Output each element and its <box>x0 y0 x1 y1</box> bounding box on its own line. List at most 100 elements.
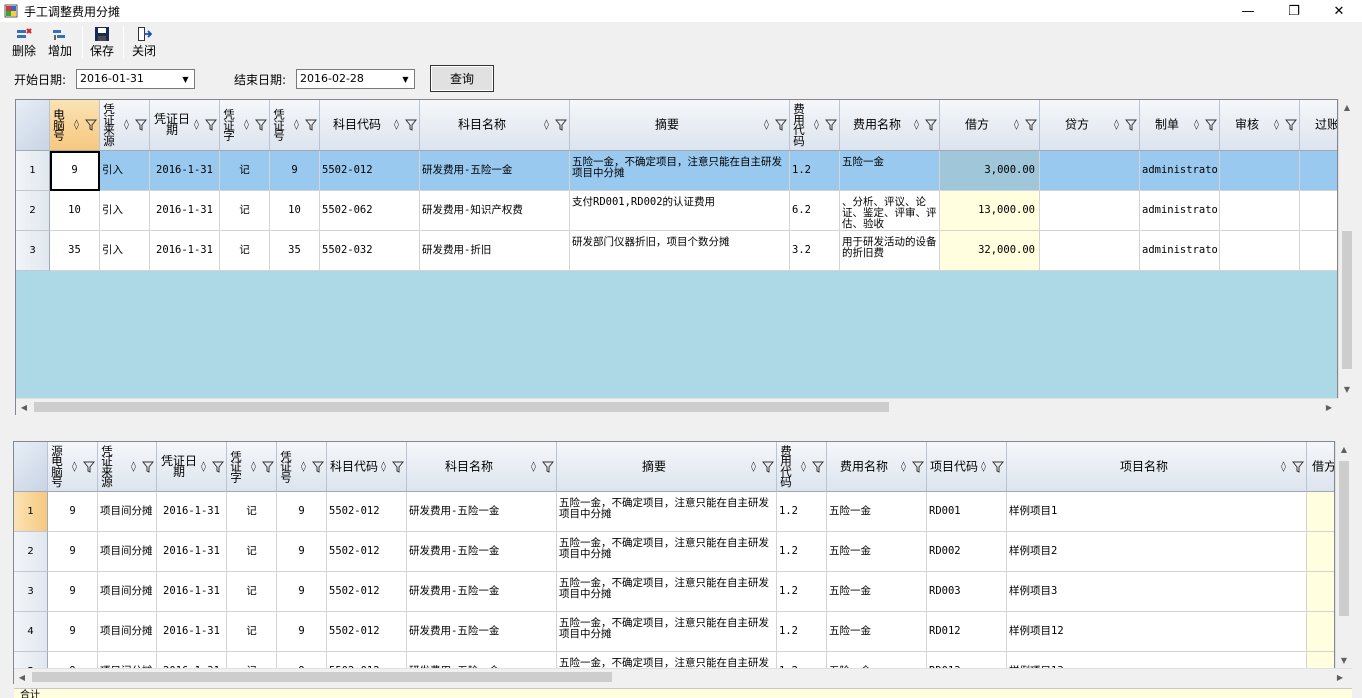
sort-icon[interactable]: ◊ <box>531 461 536 472</box>
grid-cell[interactable]: 9 <box>48 572 98 612</box>
grid-cell[interactable]: RD002 <box>927 532 1007 572</box>
filter-icon[interactable] <box>82 461 96 473</box>
column-header[interactable]: 贷方 ◊ <box>1040 100 1140 151</box>
column-header[interactable]: 电脑号 ◊ <box>50 100 100 151</box>
grid-cell[interactable] <box>1220 191 1300 231</box>
column-header[interactable]: 凭证字 ◊ <box>220 100 270 151</box>
filter-icon[interactable] <box>541 461 555 473</box>
grid-cell[interactable]: 6.2 <box>790 191 840 231</box>
sort-icon[interactable]: ◊ <box>251 461 256 472</box>
column-header[interactable]: 凭证来源 ◊ <box>100 100 150 151</box>
scroll-thumb[interactable] <box>1342 231 1352 369</box>
column-header[interactable]: 费用代码 ◊ <box>790 100 840 151</box>
grid-cell[interactable]: 五险一金 <box>827 572 927 612</box>
grid-cell[interactable]: 、分析、评议、论证、鉴定、评审、评估、验收 <box>840 191 940 231</box>
sort-icon[interactable]: ◊ <box>914 120 919 131</box>
sort-icon[interactable]: ◊ <box>74 120 79 131</box>
grid-cell[interactable]: 引入 <box>100 151 150 191</box>
grid-cell[interactable]: 五险一金 <box>840 151 940 191</box>
grid-cell[interactable]: 样例项目3 <box>1007 572 1307 612</box>
sort-icon[interactable]: ◊ <box>981 461 986 472</box>
sort-icon[interactable]: ◊ <box>544 120 549 131</box>
filter-icon[interactable] <box>1124 119 1138 131</box>
grid-cell[interactable]: administrator <box>1140 191 1220 231</box>
column-header[interactable]: 费用名称 ◊ <box>840 100 940 151</box>
grid-cell[interactable]: 2016-1-31 <box>150 191 220 231</box>
column-header[interactable]: 凭证来源 ◊ <box>98 442 157 492</box>
filter-icon[interactable] <box>1291 461 1305 473</box>
column-header[interactable]: 源电脑号 ◊ <box>48 442 98 492</box>
grid-cell[interactable]: 项目间分摊 <box>98 612 157 652</box>
column-header[interactable]: 科目名称 ◊ <box>407 442 557 492</box>
grid-cell[interactable] <box>1307 612 1334 652</box>
filter-icon[interactable] <box>774 119 788 131</box>
column-header[interactable]: 凭证字 ◊ <box>227 442 277 492</box>
sort-icon[interactable]: ◊ <box>1114 120 1119 131</box>
row-header[interactable]: 4 <box>14 612 48 652</box>
filter-icon[interactable] <box>404 119 418 131</box>
filter-icon[interactable] <box>811 461 825 473</box>
grid-cell[interactable]: 1.2 <box>777 532 827 572</box>
sort-icon[interactable]: ◊ <box>1014 120 1019 131</box>
column-header[interactable]: 借方 ◊ <box>940 100 1040 151</box>
top-grid-hscroll[interactable]: ◀ ▶ <box>16 398 1338 415</box>
grid-cell[interactable] <box>1040 191 1140 231</box>
filter-icon[interactable] <box>824 119 838 131</box>
grid-cell[interactable]: 5502-012 <box>327 572 407 612</box>
grid-cell[interactable]: 9 <box>48 492 98 532</box>
grid-cell[interactable]: 用于研发活动的设备的折旧费 <box>840 231 940 271</box>
grid-cell[interactable]: 记 <box>220 151 270 191</box>
grid-cell[interactable]: 五险一金，不确定项目，注意只能在自主研发项目中分摊 <box>557 612 777 652</box>
grid-cell[interactable] <box>1040 231 1140 271</box>
sort-icon[interactable]: ◊ <box>244 120 249 131</box>
grid-cell[interactable]: 3.2 <box>790 231 840 271</box>
grid-cell[interactable]: 引入 <box>100 191 150 231</box>
column-header[interactable]: 摘要 ◊ <box>557 442 777 492</box>
filter-icon[interactable] <box>991 461 1005 473</box>
grid-cell[interactable]: 研发费用-五险一金 <box>407 532 557 572</box>
maximize-button[interactable]: ❐ <box>1271 0 1317 22</box>
sort-icon[interactable]: ◊ <box>194 120 199 131</box>
close-window-button[interactable]: ✕ <box>1316 0 1362 22</box>
sort-icon[interactable]: ◊ <box>814 120 819 131</box>
sort-icon[interactable]: ◊ <box>72 461 77 472</box>
grid-cell[interactable]: 1.2 <box>777 492 827 532</box>
filter-icon[interactable] <box>261 461 275 473</box>
grid-cell[interactable]: 记 <box>220 191 270 231</box>
start-date-picker[interactable]: 2016-01-31 ▼ <box>76 69 195 89</box>
grid-cell[interactable]: 研发费用-五险一金 <box>420 151 570 191</box>
column-header[interactable]: 凭证日期 ◊ <box>157 442 227 492</box>
scroll-up-icon[interactable]: ▲ <box>1336 441 1352 457</box>
sort-icon[interactable]: ◊ <box>1281 461 1286 472</box>
grid-cell[interactable]: 支付RD001,RD002的认证费用 <box>570 191 790 231</box>
sort-icon[interactable]: ◊ <box>764 120 769 131</box>
grid-cell[interactable]: 五险一金 <box>827 612 927 652</box>
grid-cell[interactable]: 五险一金，不确定项目，注意只能在自主研发项目中分摊 <box>570 151 790 191</box>
column-header[interactable]: 过账◊ <box>1300 100 1337 151</box>
add-button[interactable]: 增加 <box>44 24 76 60</box>
grid-cell[interactable]: RD001 <box>927 492 1007 532</box>
scroll-down-icon[interactable]: ▼ <box>1339 381 1355 397</box>
top-grid-vscroll[interactable]: ▲ ▼ <box>1338 99 1355 398</box>
grid-cell[interactable]: 9 <box>270 151 320 191</box>
grid-cell[interactable]: RD012 <box>927 612 1007 652</box>
grid-cell[interactable] <box>1040 151 1140 191</box>
top-grid[interactable]: 电脑号 ◊ 凭证来源 ◊ 凭证日期 ◊ 凭证字 ◊ 凭证号 ◊ 科目代码 ◊ 科目名称 ◊ 摘要 ◊ 费用代码 ◊… <box>15 99 1338 415</box>
grid-cell[interactable]: 样例项目2 <box>1007 532 1307 572</box>
filter-icon[interactable] <box>254 119 268 131</box>
row-header[interactable]: 3 <box>14 572 48 612</box>
sort-icon[interactable]: ◊ <box>1194 120 1199 131</box>
grid-cell[interactable]: 9 <box>277 532 327 572</box>
sort-icon[interactable]: ◊ <box>131 461 136 472</box>
sort-icon[interactable]: ◊ <box>124 120 129 131</box>
filter-icon[interactable] <box>141 461 155 473</box>
grid-cell[interactable]: 9 <box>277 572 327 612</box>
grid-cell[interactable]: 5502-032 <box>320 231 420 271</box>
column-header[interactable]: 项目代码 ◊ <box>927 442 1007 492</box>
filter-icon[interactable] <box>1204 119 1218 131</box>
save-button[interactable]: 保存 <box>86 24 118 60</box>
grid-cell[interactable]: 1.2 <box>777 572 827 612</box>
filter-icon[interactable] <box>391 461 405 473</box>
grid-cell[interactable]: 3,000.00 <box>940 151 1040 191</box>
grid-cell[interactable]: 2016-1-31 <box>150 231 220 271</box>
